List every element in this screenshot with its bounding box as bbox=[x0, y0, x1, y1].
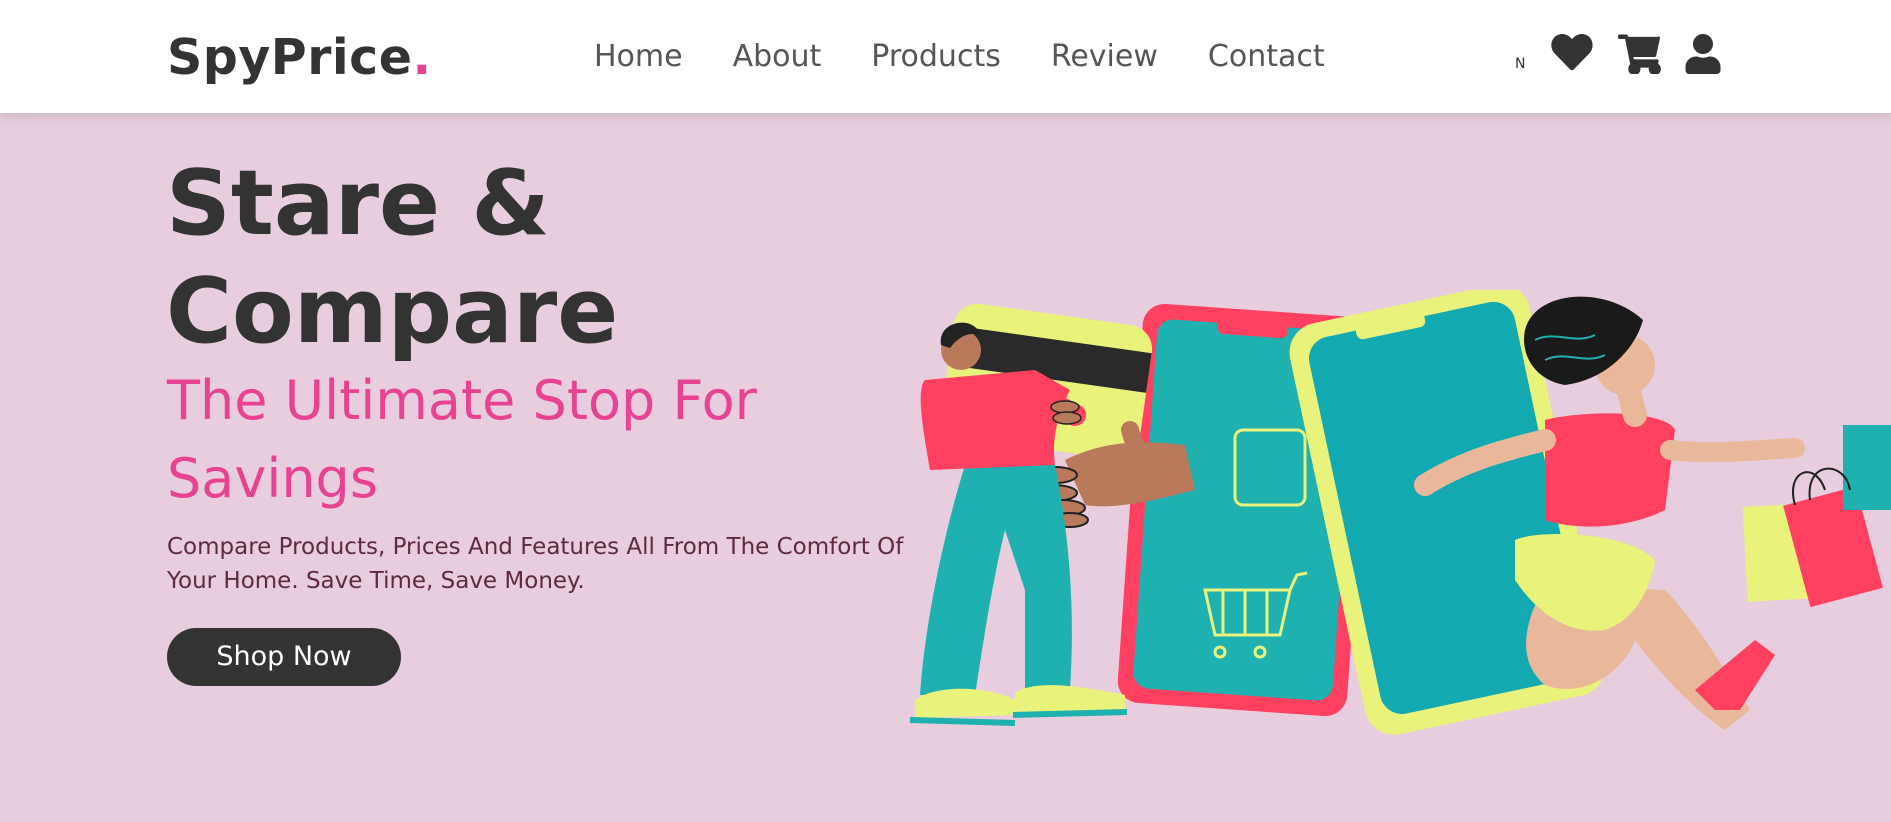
logo-dot: . bbox=[412, 29, 432, 86]
hero-illustration bbox=[905, 284, 1891, 760]
hero-title-line1: Stare & bbox=[166, 151, 550, 256]
header-icons: N bbox=[1513, 30, 1728, 80]
heart-icon[interactable] bbox=[1551, 34, 1593, 72]
nav-home[interactable]: Home bbox=[594, 36, 683, 78]
main-nav: Home About Products Review Contact bbox=[594, 36, 1375, 78]
shop-now-button[interactable]: Shop Now bbox=[167, 628, 401, 686]
nav-review[interactable]: Review bbox=[1051, 36, 1158, 78]
nav-about[interactable]: About bbox=[733, 36, 822, 78]
site-header: SpyPrice. Home About Products Review Con… bbox=[0, 0, 1891, 113]
nav-contact[interactable]: Contact bbox=[1208, 36, 1325, 78]
hero-title: Stare & Compare bbox=[166, 150, 618, 366]
menu-toggle-label[interactable]: N bbox=[1515, 56, 1525, 72]
logo-text: SpyPrice bbox=[167, 29, 413, 86]
hero-title-line2: Compare bbox=[166, 259, 619, 364]
cart-icon[interactable] bbox=[1618, 34, 1662, 74]
nav-products[interactable]: Products bbox=[871, 36, 1001, 78]
hero-subtitle: The Ultimate Stop For Savings bbox=[167, 369, 757, 510]
hero-description: Compare Products, Prices And Features Al… bbox=[167, 534, 904, 594]
logo[interactable]: SpyPrice. bbox=[167, 26, 432, 90]
user-icon[interactable] bbox=[1685, 34, 1721, 74]
